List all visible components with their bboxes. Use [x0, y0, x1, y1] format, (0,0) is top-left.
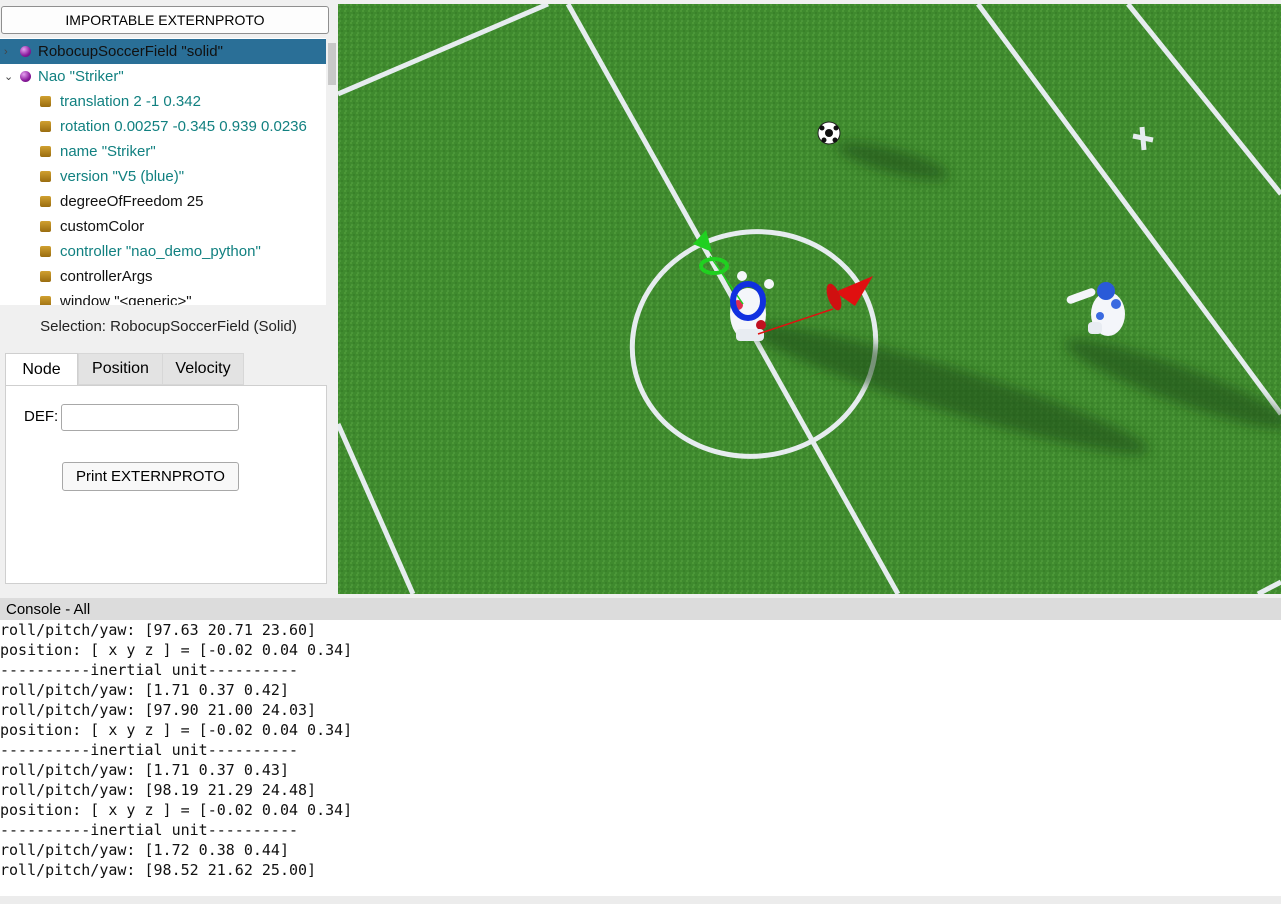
tree-node-label: Nao "Striker" — [38, 68, 124, 85]
console-line: position: [ x y z ] = [-0.02 0.04 0.34] — [0, 721, 353, 739]
console-line: roll/pitch/yaw: [97.90 21.00 24.03] — [0, 701, 317, 719]
tree-field[interactable]: controller "nao_demo_python" — [0, 239, 326, 264]
console-line: roll/pitch/yaw: [98.52 21.62 25.00] — [0, 861, 317, 879]
tree-field[interactable]: rotation 0.00257 -0.345 0.939 0.0236 — [0, 114, 326, 139]
node-sphere-icon — [20, 46, 31, 57]
tree-field[interactable]: name "Striker" — [0, 139, 326, 164]
tree-node[interactable]: › RobocupSoccerField "solid" — [0, 39, 326, 64]
tree-field[interactable]: controllerArgs — [0, 264, 326, 289]
tab-node[interactable]: Node — [5, 353, 78, 386]
def-label: DEF: — [24, 408, 59, 425]
soccer-ball[interactable] — [817, 121, 841, 145]
def-input[interactable] — [61, 404, 239, 431]
tree-field-label: controller "nao_demo_python" — [60, 243, 261, 260]
console-line: roll/pitch/yaw: [1.71 0.37 0.42] — [0, 681, 289, 699]
node-sphere-icon — [20, 71, 31, 82]
tree-node-label: RobocupSoccerField "solid" — [38, 43, 223, 60]
field-icon — [40, 296, 51, 305]
field-icon — [40, 96, 51, 107]
tree-field-label: name "Striker" — [60, 143, 156, 160]
scene-tree[interactable]: › RobocupSoccerField "solid" ⌄ Nao "Striker… — [0, 38, 337, 305]
field-icon — [40, 121, 51, 132]
tree-field[interactable]: version "V5 (blue)" — [0, 164, 326, 189]
console-line: position: [ x y z ] = [-0.02 0.04 0.34] — [0, 801, 353, 819]
console-line: roll/pitch/yaw: [98.19 21.29 24.48] — [0, 781, 317, 799]
scene-tree-scrollbar-thumb[interactable] — [328, 43, 336, 85]
console-title: Console - All — [0, 598, 1281, 620]
scene-tree-panel: IMPORTABLE EXTERNPROTO › RobocupSoccerFie… — [0, 0, 337, 595]
selection-label: Selection: RobocupSoccerField (Solid) — [40, 318, 297, 335]
console-line: ----------inertial unit---------- — [0, 821, 299, 839]
importable-externproto-button[interactable]: IMPORTABLE EXTERNPROTO — [1, 6, 329, 34]
tree-node[interactable]: ⌄ Nao "Striker" — [0, 64, 326, 89]
grass — [338, 4, 1281, 594]
console-line: roll/pitch/yaw: [97.63 20.71 23.60] — [0, 621, 317, 639]
console-line: roll/pitch/yaw: [1.72 0.38 0.44] — [0, 841, 289, 859]
console-line: roll/pitch/yaw: [1.71 0.37 0.43] — [0, 761, 289, 779]
expander-icon[interactable]: ⌄ — [4, 70, 13, 83]
print-externproto-button[interactable]: Print EXTERNPROTO — [62, 462, 239, 491]
tree-field-label: rotation 0.00257 -0.345 0.939 0.0236 — [60, 118, 307, 135]
expander-icon[interactable]: › — [4, 46, 8, 58]
field-icon — [40, 146, 51, 157]
tree-field-label: translation 2 -1 0.342 — [60, 93, 201, 110]
console-output[interactable]: roll/pitch/yaw: [97.63 20.71 23.60] posit… — [0, 620, 1281, 896]
tree-field-label: version "V5 (blue)" — [60, 168, 185, 185]
console-bottom-scrollbar[interactable] — [0, 896, 1281, 904]
soccer-field-scene[interactable] — [338, 4, 1281, 594]
field-icon — [40, 221, 51, 232]
console-line: position: [ x y z ] = [-0.02 0.04 0.34] — [0, 641, 353, 659]
tree-field[interactable]: translation 2 -1 0.342 — [0, 89, 326, 114]
tree-field-label: degreeOfFreedom 25 — [60, 193, 204, 210]
3d-view[interactable] — [338, 4, 1281, 594]
field-icon — [40, 246, 51, 257]
console-line: ----------inertial unit---------- — [0, 661, 299, 679]
console-line: ----------inertial unit---------- — [0, 741, 299, 759]
field-icon — [40, 196, 51, 207]
tree-field-label: customColor — [60, 218, 145, 235]
tab-velocity[interactable]: Velocity — [162, 353, 244, 385]
tree-field-label: controllerArgs — [60, 268, 153, 285]
field-icon — [40, 271, 51, 282]
field-icon — [40, 171, 51, 182]
tree-field[interactable]: degreeOfFreedom 25 — [0, 189, 326, 214]
tab-position[interactable]: Position — [78, 353, 163, 385]
tree-field-label: window "<generic>" — [60, 293, 192, 305]
tree-field[interactable]: window "<generic>" — [0, 289, 326, 305]
tree-field[interactable]: customColor — [0, 214, 326, 239]
